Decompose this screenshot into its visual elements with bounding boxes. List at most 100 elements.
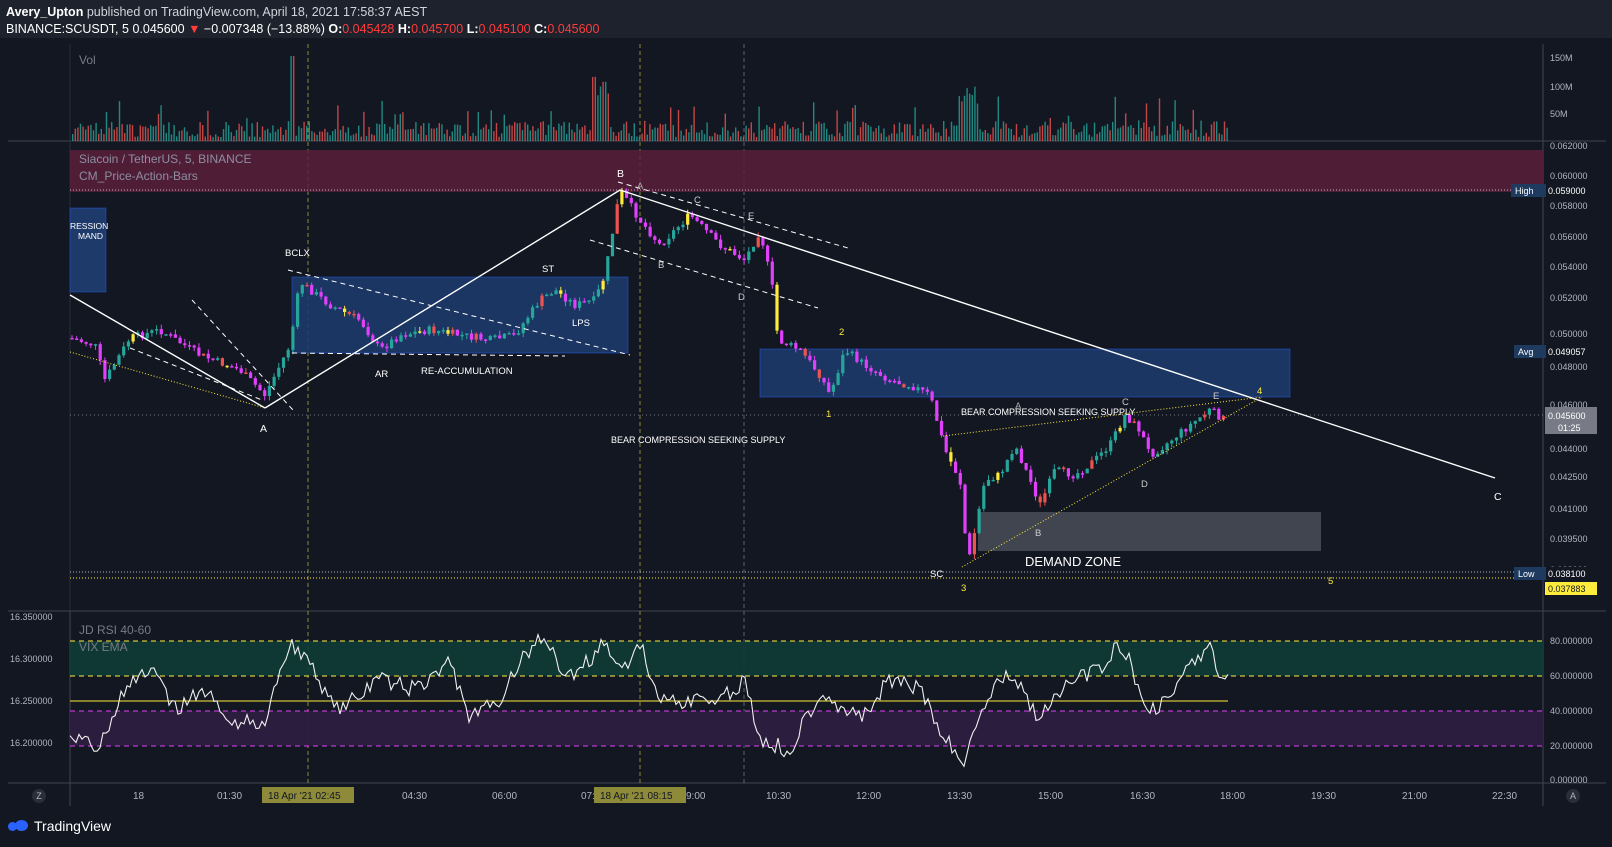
volume-bar (1093, 122, 1096, 141)
candle-body (169, 334, 173, 336)
zoom-toggle-button[interactable]: Z (32, 789, 46, 803)
high-label: High (1515, 186, 1534, 196)
candle-body (991, 479, 995, 482)
candle-body (643, 222, 647, 227)
volume-bar (360, 136, 362, 141)
author-name[interactable]: Avery_Upton (6, 5, 83, 19)
volume-bar (1018, 136, 1020, 141)
candle-body (1174, 437, 1179, 441)
candle-body (173, 334, 177, 338)
volume-bar (319, 131, 321, 141)
volume-bar (740, 136, 742, 141)
volume-bar (566, 133, 568, 141)
candle-body (831, 384, 835, 392)
volume-bar (748, 128, 750, 141)
volume-bar (950, 121, 953, 141)
volume-bar (584, 125, 586, 141)
candle-body (977, 508, 981, 534)
candle-body (709, 230, 713, 233)
candle-body (770, 261, 774, 285)
candle-body (216, 358, 220, 360)
price-tick: 0.041000 (1550, 504, 1588, 514)
volume-bar (137, 136, 139, 141)
volume-bar (787, 124, 789, 141)
volume-bar (410, 129, 412, 141)
volume-bar (277, 129, 279, 141)
candle-body (319, 292, 323, 297)
volume-bar (693, 106, 695, 141)
time-tick: 15:00 (1038, 791, 1063, 802)
volume-bar (436, 127, 438, 141)
volume-bar (599, 86, 602, 141)
label-e-triangle: E (1213, 391, 1219, 402)
volume-bar (282, 134, 284, 141)
volume-bar (758, 106, 760, 141)
volume-bar (1151, 131, 1153, 141)
price-tick: 0.048000 (1550, 362, 1588, 372)
volume-bar (1060, 127, 1062, 141)
price-pane-title: Siacoin / TetherUS, 5, BINANCE (79, 152, 252, 166)
volume-bar (1106, 124, 1109, 141)
volume-bar (456, 124, 459, 141)
volume-bar (581, 127, 583, 141)
volume-bar (1036, 132, 1038, 141)
volume-bar (1047, 125, 1049, 141)
volume-bar (1041, 125, 1044, 141)
volume-bar (1039, 126, 1041, 141)
volume-bar (459, 125, 461, 141)
volume-bar (865, 123, 867, 141)
candle-body (230, 366, 234, 368)
symbol-name[interactable]: BINANCE:SCUSDT, 5 (6, 22, 129, 36)
tradingview-logo[interactable]: TradingView (8, 818, 111, 834)
volume-bar (904, 124, 906, 141)
volume-bar (1083, 125, 1085, 141)
supply-zone[interactable] (70, 150, 1543, 192)
auto-scale-button[interactable]: A (1566, 789, 1580, 803)
candle-body (681, 224, 685, 228)
volume-bar (155, 125, 157, 141)
demand-zone-box[interactable] (978, 512, 1321, 551)
candle-body (183, 343, 187, 346)
volume-bar (683, 135, 685, 141)
volume-bar (742, 136, 745, 141)
candle-body (507, 333, 511, 335)
candle-body (479, 333, 483, 340)
rsi-right-tick: 80.000000 (1550, 636, 1593, 646)
volume-bar (885, 136, 888, 141)
volume-bar (415, 122, 417, 141)
volume-bar (254, 136, 256, 141)
volume-bar (846, 121, 849, 141)
candle-body (827, 382, 831, 392)
label-st: ST (542, 264, 554, 275)
volume-bar (745, 125, 747, 141)
volume-bar (766, 124, 768, 141)
volume-bar (199, 122, 201, 141)
volume-bar (194, 136, 196, 141)
volume-bar (256, 122, 258, 141)
volume-bar (969, 93, 971, 141)
volume-bar (761, 130, 763, 141)
chart-canvas[interactable]: Vol 150M 100M 50M Siacoin / TetherUS, 5,… (0, 38, 1612, 807)
volume-bar (914, 107, 916, 141)
time-tick: 19:30 (1311, 791, 1336, 802)
candle-body (545, 294, 549, 297)
resistance-zone[interactable] (759, 348, 1291, 398)
volume-bar (776, 136, 778, 141)
volume-bar (1088, 134, 1090, 141)
candle-body (874, 371, 878, 373)
volume-bar (1153, 125, 1155, 141)
volume-bar (867, 124, 869, 141)
volume-bar (290, 56, 292, 141)
volume-bar (264, 130, 266, 141)
candle-body (672, 230, 676, 239)
volume-bar (72, 134, 74, 141)
volume-bar (1177, 130, 1179, 141)
volume-bar (935, 132, 937, 141)
volume-bar (644, 120, 646, 141)
candle-body (1019, 448, 1023, 463)
candle-body (972, 533, 976, 555)
label-d-triangle: D (1141, 479, 1148, 490)
price-tick: 0.056000 (1550, 232, 1588, 242)
volume-bar (441, 124, 443, 141)
rsi-left-tick: 16.350000 (10, 612, 53, 622)
